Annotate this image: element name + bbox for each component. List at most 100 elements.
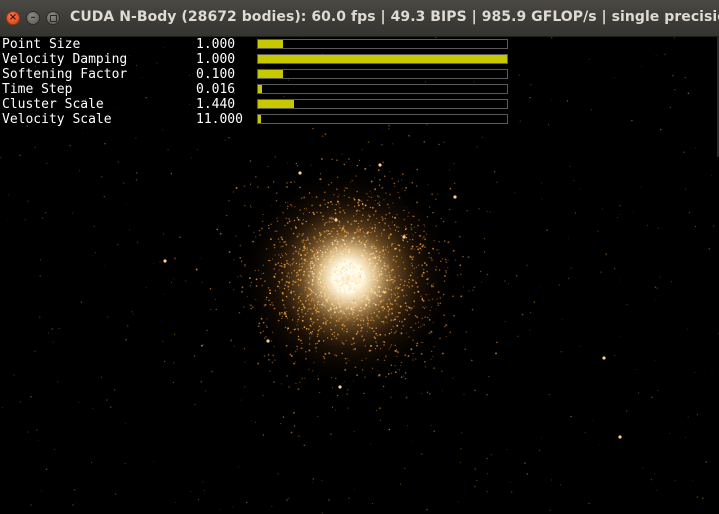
particle <box>327 230 330 232</box>
particle <box>316 249 318 251</box>
particle <box>405 378 407 380</box>
particle <box>302 249 304 252</box>
particle <box>420 325 422 328</box>
particle <box>297 297 300 300</box>
particle <box>337 280 340 283</box>
particle <box>294 294 296 296</box>
particle <box>129 229 130 231</box>
particle <box>405 237 408 239</box>
particle <box>355 220 358 223</box>
particle <box>411 262 413 265</box>
particle <box>541 437 542 439</box>
particle <box>306 260 308 262</box>
particle <box>295 281 297 283</box>
title-bar[interactable]: × – CUDA N-Body (28672 bodies): 60.0 fps… <box>0 0 719 37</box>
particle <box>293 181 295 183</box>
particle <box>486 273 489 276</box>
particle <box>202 481 204 483</box>
particle <box>125 203 127 205</box>
velocity-scale-slider[interactable] <box>257 114 508 124</box>
particle <box>323 317 326 320</box>
particle <box>484 251 486 253</box>
cluster-scale-slider[interactable] <box>257 99 508 109</box>
particle <box>298 295 300 298</box>
close-icon[interactable]: × <box>6 11 20 25</box>
particle <box>238 312 241 314</box>
particle <box>372 256 373 258</box>
particle <box>283 241 285 243</box>
point-size-slider[interactable] <box>257 39 508 49</box>
particle <box>323 258 325 261</box>
particle <box>369 258 372 260</box>
particle <box>409 274 412 277</box>
particle <box>360 278 362 280</box>
particle <box>311 262 314 265</box>
param-value: 1.440 <box>196 97 236 112</box>
particle <box>559 484 562 486</box>
particle <box>705 461 707 463</box>
particle <box>299 299 302 302</box>
particle <box>396 324 399 327</box>
softening-factor-slider[interactable] <box>257 69 508 79</box>
particle <box>351 274 353 277</box>
particle <box>40 490 42 492</box>
particle <box>664 53 666 56</box>
particle <box>403 318 406 321</box>
particle <box>444 269 447 272</box>
particle <box>203 489 205 492</box>
particle <box>309 338 311 340</box>
maximize-icon[interactable] <box>46 11 60 25</box>
particle <box>327 296 330 299</box>
particle <box>331 271 332 272</box>
particle <box>336 270 338 272</box>
particle <box>377 289 379 291</box>
particle <box>441 390 443 392</box>
particle <box>315 346 317 349</box>
particle <box>0 156 2 158</box>
particle <box>403 284 405 287</box>
particle <box>294 350 297 353</box>
time-step-slider[interactable] <box>257 84 508 94</box>
particle <box>423 246 425 248</box>
particle <box>265 248 268 250</box>
particle <box>313 264 316 267</box>
particle <box>343 287 345 289</box>
particle <box>392 326 394 328</box>
particle <box>363 278 365 280</box>
particle <box>431 259 433 261</box>
minimize-icon[interactable]: – <box>26 11 40 25</box>
particle <box>323 286 326 289</box>
particle <box>422 244 425 247</box>
particle <box>254 269 257 272</box>
particle <box>439 260 442 263</box>
particle <box>370 252 373 255</box>
particle <box>673 37 675 39</box>
particle <box>379 273 381 275</box>
particle <box>367 239 369 241</box>
particle <box>391 221 393 223</box>
particle <box>313 213 315 216</box>
particle <box>343 289 346 291</box>
particle <box>320 291 323 293</box>
particle <box>307 328 310 330</box>
particle <box>363 249 366 252</box>
particle <box>566 100 569 102</box>
particle <box>321 479 323 481</box>
particle <box>376 217 378 219</box>
particle <box>309 248 312 251</box>
particle <box>367 320 369 322</box>
particle <box>318 232 321 234</box>
particle <box>440 297 442 299</box>
particle <box>136 241 139 244</box>
particle <box>351 268 354 271</box>
particle <box>361 280 364 283</box>
particle <box>312 275 314 277</box>
velocity-damping-slider[interactable] <box>257 54 508 64</box>
particle <box>340 289 342 292</box>
particle <box>311 271 313 273</box>
particle <box>359 318 361 320</box>
particle <box>328 310 330 312</box>
particle <box>416 342 419 345</box>
particle <box>386 303 389 305</box>
particle <box>338 220 341 223</box>
